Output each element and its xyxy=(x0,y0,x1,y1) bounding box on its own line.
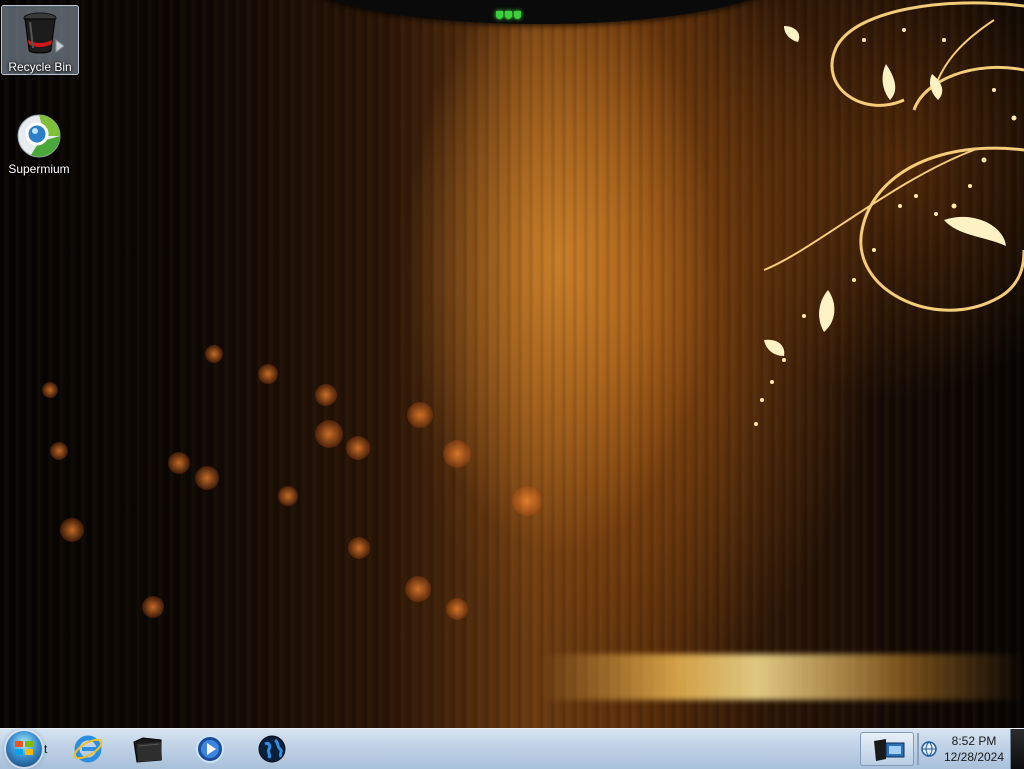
wallpaper-bokeh xyxy=(315,384,337,406)
start-button-text: t xyxy=(44,742,48,756)
wallpaper-bokeh xyxy=(42,382,58,398)
taskbar-clock[interactable]: 8:52 PM 12/28/2024 xyxy=(940,733,1008,765)
wallpaper-bokeh xyxy=(205,345,223,363)
tray-network-monitor-button[interactable] xyxy=(860,732,914,766)
windows-flag-icon xyxy=(15,741,33,755)
wallpaper-bokeh xyxy=(446,598,468,620)
start-button[interactable]: t xyxy=(2,730,52,768)
black-folder-icon xyxy=(133,737,162,763)
wallpaper-light-streak xyxy=(540,654,1024,700)
network-monitor-icon xyxy=(874,739,905,761)
wallpaper-bokeh xyxy=(278,486,298,506)
globe-icon xyxy=(258,735,286,763)
wallpaper-bokeh xyxy=(142,596,164,618)
wallpaper-bokeh xyxy=(346,436,370,460)
wallpaper-bokeh xyxy=(60,518,84,542)
wallpaper-bokeh xyxy=(512,486,542,516)
taskbar-app-internet-explorer[interactable] xyxy=(66,731,110,767)
desktop-icon-recycle-bin[interactable]: Recycle Bin xyxy=(1,5,79,75)
taskbar-app-folder[interactable] xyxy=(126,731,170,767)
wallpaper-bokeh xyxy=(50,442,68,460)
clock-time: 8:52 PM xyxy=(951,734,997,748)
tray-separator xyxy=(917,733,919,765)
wallpaper-bokeh xyxy=(348,537,370,559)
internet-explorer-icon xyxy=(73,735,103,763)
wallpaper-bokeh xyxy=(443,440,471,468)
wallpaper-bokeh xyxy=(407,402,433,428)
desktop-icon-label: Recycle Bin xyxy=(8,60,72,74)
tray-globe-icon[interactable] xyxy=(921,741,937,757)
taskbar: t 8:52 PM 12/28/2024 xyxy=(0,728,1024,769)
wallpaper-bokeh xyxy=(195,466,219,490)
media-player-icon xyxy=(196,735,224,763)
clock-date: 12/28/2024 xyxy=(943,750,1005,764)
taskbar-app-globe[interactable] xyxy=(250,731,294,767)
wallpaper-top-curve xyxy=(290,0,790,24)
recycle-bin-icon xyxy=(23,12,64,54)
desktop[interactable]: Recycle Bin Supermium xyxy=(0,0,1024,768)
wallpaper-bokeh xyxy=(405,576,431,602)
desktop-icon-label: Supermium xyxy=(8,162,70,176)
desktop-icon-supermium[interactable]: Supermium xyxy=(1,108,77,178)
wallpaper-bokeh xyxy=(315,420,343,448)
wallpaper-bokeh xyxy=(168,452,190,474)
wallpaper-led-lights xyxy=(496,6,526,19)
show-desktop-button[interactable] xyxy=(1010,729,1024,769)
taskbar-app-media-player[interactable] xyxy=(188,731,232,767)
wallpaper-gold-swirl xyxy=(754,1,1024,426)
wallpaper-bokeh xyxy=(258,364,278,384)
supermium-browser-icon xyxy=(17,114,61,158)
